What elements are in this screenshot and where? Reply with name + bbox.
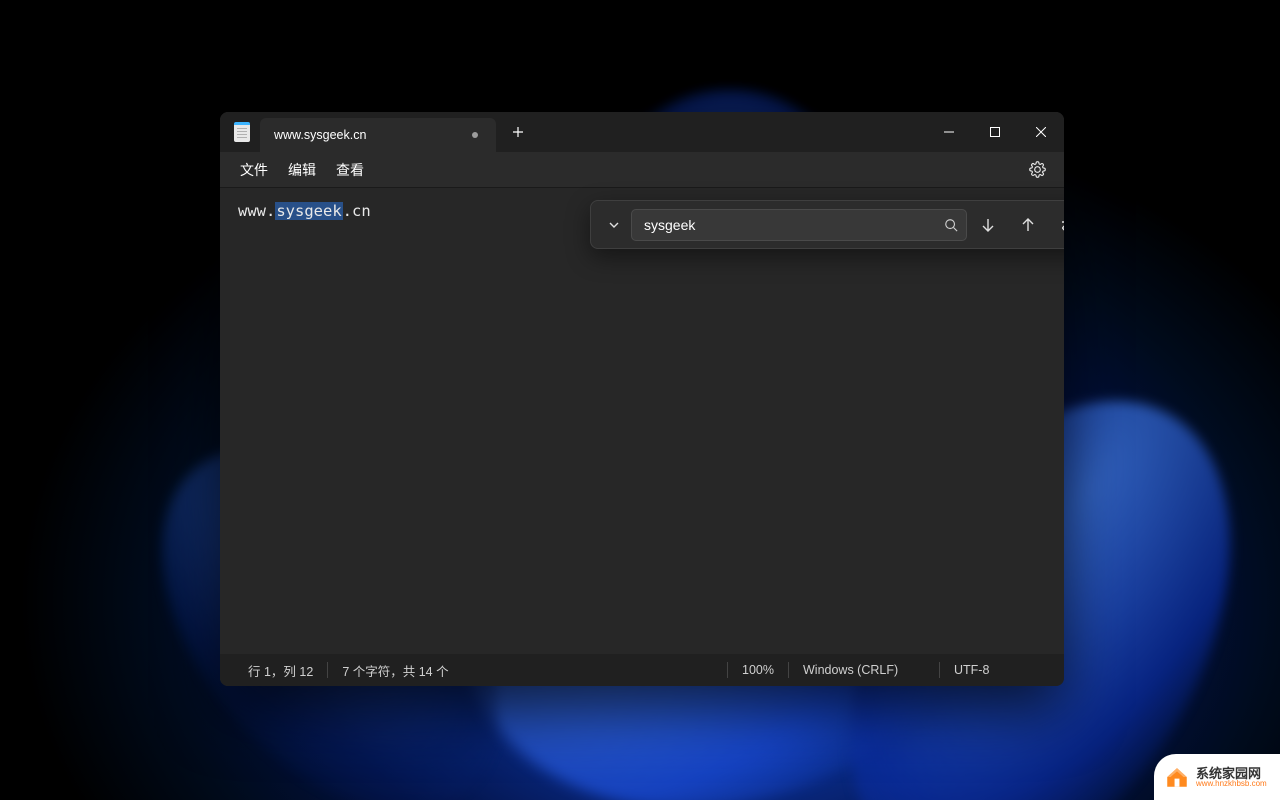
minimize-icon bbox=[944, 127, 954, 137]
find-bar bbox=[590, 200, 1064, 249]
menu-file[interactable]: 文件 bbox=[230, 154, 278, 186]
watermark-url: www.hnzkhbsb.com bbox=[1196, 780, 1267, 788]
status-zoom[interactable]: 100% bbox=[728, 660, 788, 680]
sliders-icon bbox=[1060, 217, 1064, 233]
window-controls bbox=[926, 112, 1064, 152]
app-icon bbox=[234, 122, 250, 142]
find-previous-button[interactable] bbox=[1009, 206, 1047, 244]
new-tab-button[interactable] bbox=[502, 116, 534, 148]
editor-text-highlight: sysgeek bbox=[275, 202, 342, 220]
minimize-button[interactable] bbox=[926, 112, 972, 152]
unsaved-indicator-icon bbox=[472, 132, 478, 138]
menu-edit[interactable]: 编辑 bbox=[278, 154, 326, 186]
document-tab[interactable]: www.sysgeek.cn bbox=[260, 118, 496, 152]
menu-view[interactable]: 查看 bbox=[326, 154, 374, 186]
maximize-button[interactable] bbox=[972, 112, 1018, 152]
find-options-button[interactable] bbox=[1049, 206, 1064, 244]
editor-text-prefix: www. bbox=[238, 202, 275, 220]
watermark-title: 系统家园网 bbox=[1196, 767, 1267, 780]
menu-bar: 文件 编辑 查看 bbox=[220, 152, 1064, 188]
search-icon bbox=[944, 218, 958, 232]
watermark: 系统家园网 www.hnzkhbsb.com bbox=[1154, 754, 1280, 800]
status-encoding[interactable]: UTF-8 bbox=[940, 660, 1050, 680]
find-input[interactable] bbox=[644, 217, 944, 233]
arrow-down-icon bbox=[980, 217, 996, 233]
maximize-icon bbox=[990, 127, 1000, 137]
house-icon bbox=[1164, 764, 1190, 790]
text-editor[interactable]: www.sysgeek.cn bbox=[220, 188, 1064, 654]
arrow-up-icon bbox=[1020, 217, 1036, 233]
chevron-down-icon bbox=[608, 219, 620, 231]
find-input-container[interactable] bbox=[631, 209, 967, 241]
close-button[interactable] bbox=[1018, 112, 1064, 152]
gear-icon bbox=[1029, 161, 1046, 178]
notepad-window: www.sysgeek.cn 文件 编辑 查看 www.s bbox=[220, 112, 1064, 686]
status-bar: 行 1，列 12 7 个字符，共 14 个 100% Windows (CRLF… bbox=[220, 654, 1064, 686]
close-icon bbox=[1036, 127, 1046, 137]
status-selection: 7 个字符，共 14 个 bbox=[328, 660, 462, 680]
tab-title: www.sysgeek.cn bbox=[274, 128, 464, 142]
title-bar[interactable]: www.sysgeek.cn bbox=[220, 112, 1064, 152]
settings-button[interactable] bbox=[1020, 153, 1054, 187]
plus-icon bbox=[512, 126, 524, 138]
editor-text-suffix: .cn bbox=[343, 202, 371, 220]
find-next-button[interactable] bbox=[969, 206, 1007, 244]
find-expand-toggle[interactable] bbox=[599, 207, 629, 243]
status-cursor-position[interactable]: 行 1，列 12 bbox=[234, 660, 327, 680]
status-line-ending[interactable]: Windows (CRLF) bbox=[789, 660, 939, 680]
